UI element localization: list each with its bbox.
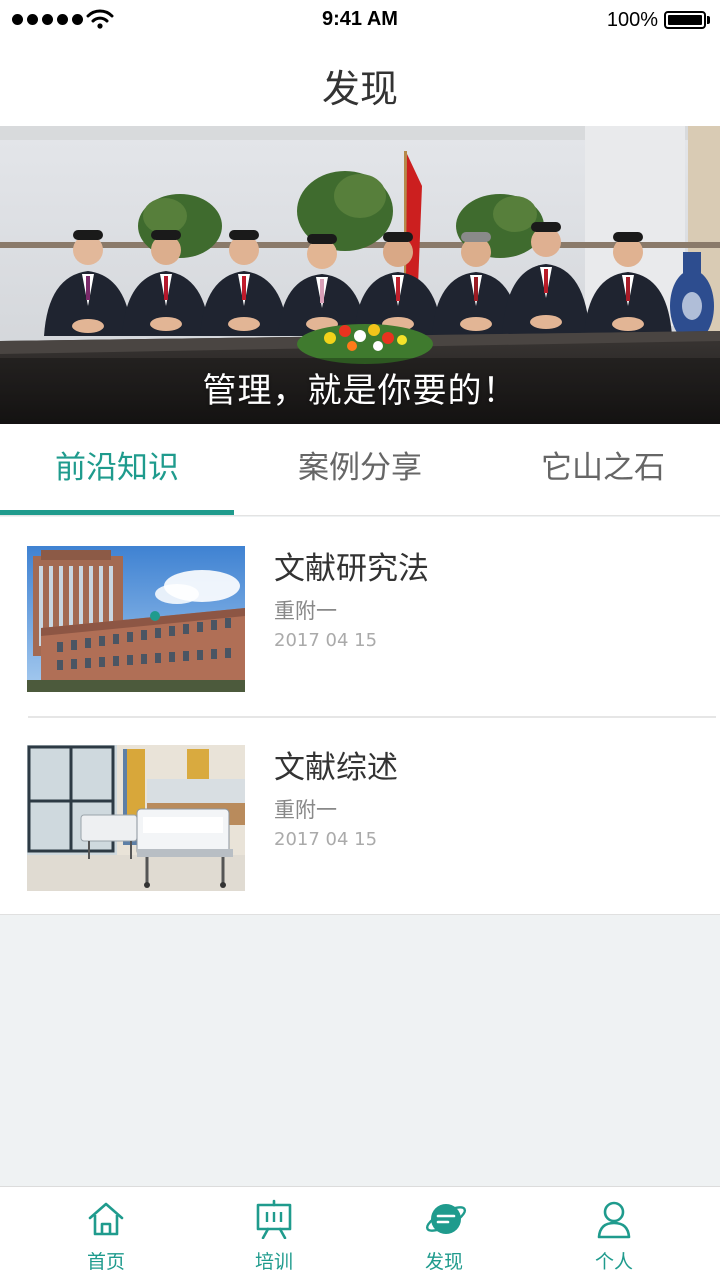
list-item[interactable]: 文献研究法 重附一 2017 04 15 — [0, 517, 720, 718]
tabbar-item-profile[interactable]: 个人 — [524, 1187, 704, 1280]
banner-caption: 管理，就是你要的！ — [202, 371, 518, 411]
article-title: 文献研究法 — [274, 551, 429, 587]
bottom-tab-bar: 首页 培训 发现 个人 — [0, 1186, 720, 1280]
active-tab-indicator — [0, 510, 234, 515]
banner-carousel[interactable]: 管理，就是你要的！ — [0, 126, 720, 424]
home-icon — [88, 1202, 124, 1236]
training-board-icon — [256, 1199, 292, 1239]
tabbar-label: 发现 — [424, 1251, 463, 1273]
tab-frontier-knowledge[interactable]: 前沿知识 — [0, 424, 234, 516]
tabbar-item-discover[interactable]: 发现 — [354, 1187, 534, 1280]
article-date: 2017 04 15 — [274, 829, 378, 850]
tab-other-sources[interactable]: 它山之石 — [486, 424, 720, 516]
article-source: 重附一 — [274, 599, 337, 623]
person-icon — [597, 1201, 631, 1239]
page-title: 发现 — [321, 67, 398, 111]
article-date: 2017 04 15 — [274, 630, 378, 651]
list-item[interactable]: 文献综述 重附一 2017 04 15 — [0, 716, 720, 914]
discover-planet-icon — [425, 1204, 467, 1234]
navigation-bar: 发现 — [0, 40, 720, 126]
battery-icon — [664, 11, 710, 29]
article-title: 文献综述 — [274, 750, 398, 786]
article-source: 重附一 — [274, 798, 337, 822]
tabbar-item-home[interactable]: 首页 — [16, 1187, 196, 1280]
status-bar: 9:41 AM 100% — [0, 0, 720, 40]
tabbar-label: 个人 — [594, 1251, 633, 1273]
tabbar-label: 首页 — [86, 1251, 125, 1273]
article-thumbnail — [27, 745, 245, 891]
battery-percentage: 100% — [606, 9, 658, 31]
category-tabs: 前沿知识 案例分享 它山之石 — [0, 424, 720, 516]
tabbar-item-training[interactable]: 培训 — [184, 1187, 364, 1280]
tabbar-label: 培训 — [254, 1251, 293, 1273]
tab-case-sharing[interactable]: 案例分享 — [243, 424, 477, 516]
article-list: 文献研究法 重附一 2017 04 15 文献综述 重附一 2017 04 15 — [0, 517, 720, 915]
article-thumbnail — [27, 546, 245, 692]
